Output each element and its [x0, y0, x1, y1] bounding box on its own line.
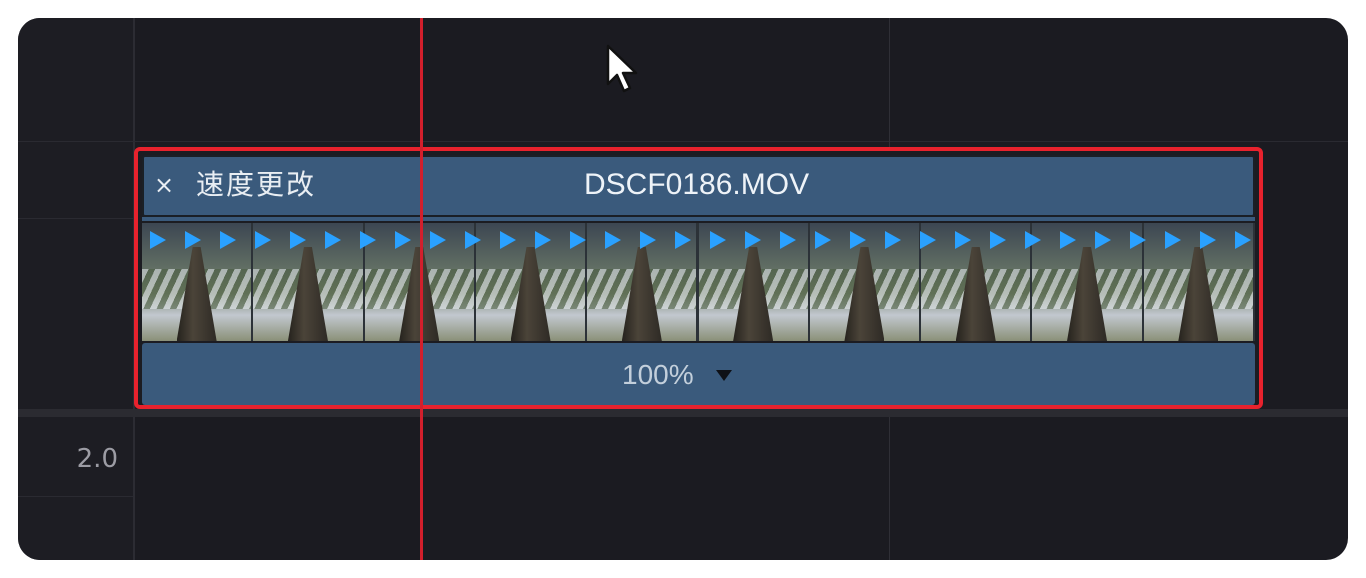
speed-marker-icon: [1235, 231, 1251, 249]
speed-marker-icon: [535, 231, 551, 249]
speed-marker-icon: [605, 231, 621, 249]
speed-marker-icon: [955, 231, 971, 249]
speed-marker-icon: [185, 231, 201, 249]
track-grid-line: [18, 218, 133, 219]
speed-marker-icon: [360, 231, 376, 249]
track-grid-line: [18, 496, 133, 497]
speed-marker-icon: [1130, 231, 1146, 249]
speed-marker-icon: [710, 231, 726, 249]
speed-marker-icon: [885, 231, 901, 249]
speed-value: 100%: [622, 359, 694, 390]
speed-marker-icon: [745, 231, 761, 249]
speed-marker-icon: [675, 231, 691, 249]
timeline-panel: 2.0 × 速度更改 DSCF0186.MOV 100%: [18, 18, 1348, 560]
track-divider[interactable]: [18, 409, 1348, 417]
video-clip[interactable]: × 速度更改 DSCF0186.MOV 100%: [134, 147, 1263, 409]
speed-marker-icon: [500, 231, 516, 249]
speed-marker-icon: [990, 231, 1006, 249]
speed-marker-icon: [1165, 231, 1181, 249]
speed-marker-icon: [1060, 231, 1076, 249]
speed-marker-icon: [815, 231, 831, 249]
speed-marker-icon: [150, 231, 166, 249]
clip-header[interactable]: × 速度更改 DSCF0186.MOV: [142, 155, 1255, 217]
speed-marker-icon: [220, 231, 236, 249]
track-grid-line: [18, 141, 1348, 142]
mouse-pointer-icon: [606, 44, 638, 93]
speed-marker-icon: [850, 231, 866, 249]
speed-marker-icon: [920, 231, 936, 249]
triangle-down-icon[interactable]: [715, 369, 732, 381]
speed-marker-icon: [1200, 231, 1216, 249]
track-header-column: [18, 18, 135, 560]
speed-markers: [142, 231, 1255, 253]
speed-marker-icon: [325, 231, 341, 249]
speed-marker-icon: [1095, 231, 1111, 249]
speed-marker-icon: [290, 231, 306, 249]
speed-marker-icon: [465, 231, 481, 249]
speed-control[interactable]: 100%: [622, 357, 732, 393]
speed-marker-icon: [570, 231, 586, 249]
speed-marker-icon: [430, 231, 446, 249]
playhead[interactable]: [420, 18, 423, 560]
speed-marker-icon: [640, 231, 656, 249]
speed-marker-icon: [395, 231, 411, 249]
speed-marker-icon: [1025, 231, 1041, 249]
track-label: 2.0: [76, 444, 118, 474]
speed-change-label: 速度更改: [196, 168, 317, 201]
speed-marker-icon: [780, 231, 796, 249]
clip-name: DSCF0186.MOV: [584, 168, 810, 201]
close-icon[interactable]: ×: [154, 167, 182, 203]
filmstrip[interactable]: [142, 223, 1255, 341]
speed-marker-icon: [255, 231, 271, 249]
speed-bar[interactable]: 100%: [142, 343, 1255, 405]
clip-separator: [142, 217, 1255, 221]
